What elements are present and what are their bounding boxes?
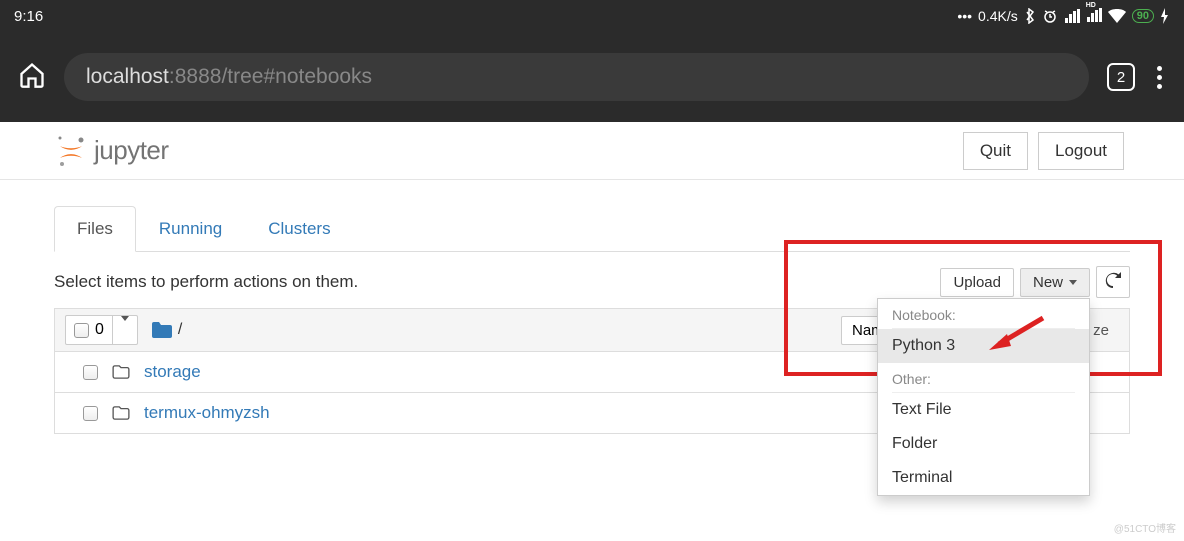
jupyter-header: jupyter Quit Logout: [0, 122, 1184, 180]
checkbox-icon[interactable]: [83, 406, 98, 421]
quit-button[interactable]: Quit: [963, 132, 1028, 170]
breadcrumb[interactable]: /: [152, 321, 182, 339]
watermark: @51CTO博客: [1114, 520, 1176, 535]
tab-running[interactable]: Running: [136, 206, 245, 252]
jupyter-logo[interactable]: jupyter: [56, 134, 169, 168]
refresh-icon: [1105, 272, 1121, 288]
caret-down-icon[interactable]: [121, 316, 129, 338]
menu-header-other: Other:: [878, 363, 1089, 390]
menu-item-python3[interactable]: Python 3: [878, 329, 1089, 363]
alarm-icon: [1042, 8, 1058, 24]
menu-item-folder[interactable]: Folder: [878, 427, 1089, 461]
menu-item-terminal[interactable]: Terminal: [878, 461, 1089, 495]
refresh-button[interactable]: [1096, 266, 1130, 298]
net-speed: 0.4K/s: [978, 8, 1018, 24]
dots-icon: •••: [957, 8, 972, 24]
home-icon[interactable]: [18, 61, 46, 94]
url-host: localhost: [86, 65, 169, 89]
folder-outline-icon: [112, 365, 130, 379]
menu-item-textfile[interactable]: Text File: [878, 393, 1089, 427]
hint-text: Select items to perform actions on them.: [54, 272, 358, 292]
menu-header-notebook: Notebook:: [878, 299, 1089, 326]
jupyter-logo-icon: [56, 134, 86, 168]
logo-text: jupyter: [94, 135, 169, 166]
url-path: :8888/tree#notebooks: [169, 65, 372, 89]
logout-button[interactable]: Logout: [1038, 132, 1124, 170]
select-all-group[interactable]: 0: [65, 315, 138, 345]
bluetooth-icon: [1024, 8, 1036, 24]
tab-bar: Files Running Clusters: [54, 206, 1130, 252]
android-status-bar: 9:16 ••• 0.4K/s HD 90: [0, 0, 1184, 32]
browser-menu-icon[interactable]: [1153, 62, 1166, 93]
folder-icon: [152, 322, 172, 338]
signal-hd-icon: [1086, 8, 1102, 22]
file-link[interactable]: storage: [144, 362, 201, 382]
folder-outline-icon: [112, 406, 130, 420]
new-dropdown-menu: Notebook: Python 3 Other: Text File Fold…: [877, 298, 1090, 496]
tab-files[interactable]: Files: [54, 206, 136, 252]
new-button[interactable]: New: [1020, 268, 1090, 297]
battery-icon: 90: [1132, 9, 1154, 23]
url-input[interactable]: localhost:8888/tree#notebooks: [64, 53, 1089, 101]
checkbox-icon[interactable]: [83, 365, 98, 380]
selected-count: 0: [95, 321, 104, 339]
wifi-icon: [1108, 9, 1126, 23]
status-icons: ••• 0.4K/s HD 90: [957, 8, 1170, 25]
caret-down-icon: [1069, 280, 1077, 285]
tab-switcher[interactable]: 2: [1107, 63, 1135, 91]
tab-clusters[interactable]: Clusters: [245, 206, 353, 252]
file-link[interactable]: termux-ohmyzsh: [144, 403, 270, 423]
charging-icon: [1160, 8, 1170, 24]
signal-icon: [1064, 9, 1080, 23]
browser-url-bar: localhost:8888/tree#notebooks 2: [0, 32, 1184, 122]
clock: 9:16: [14, 8, 43, 25]
checkbox-icon[interactable]: [74, 323, 89, 338]
upload-button[interactable]: Upload: [940, 268, 1014, 297]
